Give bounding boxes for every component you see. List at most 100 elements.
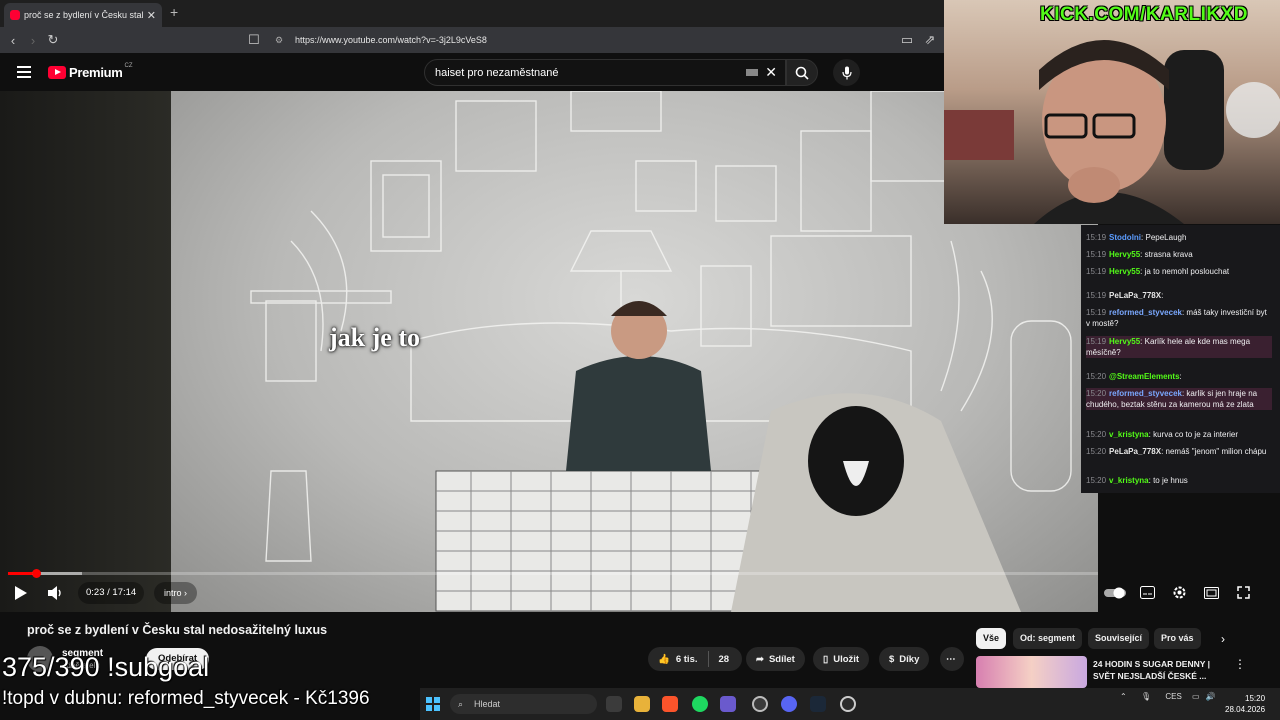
share-label: Sdílet: [768, 653, 795, 665]
scrubber-handle[interactable]: [32, 569, 41, 578]
chat-text: kurva co to je za interier: [1153, 430, 1239, 439]
windows-start-icon[interactable]: [426, 697, 440, 711]
chat-message: 15:19 Hervy55: ja to nemohl poslouchat: [1086, 266, 1272, 277]
save-button[interactable]: ▯ Uložit: [813, 647, 870, 671]
chapter-button[interactable]: intro ›: [154, 582, 198, 604]
chip-related[interactable]: Související: [1088, 628, 1150, 649]
chat-message: 15:20 reformed_styvecek: karlik si jen hr…: [1086, 388, 1272, 410]
speaker-icon[interactable]: 🔊: [1206, 692, 1216, 701]
chat-separator: :: [1179, 372, 1182, 381]
dislike-count[interactable]: 28: [719, 654, 730, 665]
chat-message: 15:20 PeLaPa_778X: nemáš "jenom" milion c…: [1086, 446, 1272, 457]
autoplay-toggle[interactable]: [1104, 587, 1126, 602]
logo-text: Premium: [69, 65, 123, 80]
chat-message: 15:19 PeLaPa_778X:: [1086, 290, 1272, 301]
chat-timestamp: 15:20: [1086, 430, 1107, 439]
steam-icon[interactable]: [810, 696, 826, 712]
reload-icon[interactable]: ↻: [43, 32, 63, 48]
chat-username[interactable]: @StreamElements: [1109, 372, 1180, 381]
subtitles-icon[interactable]: [1140, 586, 1155, 602]
settings-gear-icon[interactable]: [1172, 585, 1187, 603]
chat-username[interactable]: v_kristyna: [1109, 476, 1149, 485]
chat-username[interactable]: Stodolni: [1109, 233, 1141, 242]
share-page-icon[interactable]: ⇗: [920, 32, 940, 48]
chat-timestamp: 15:19: [1086, 337, 1107, 346]
taskbar-search-placeholder: Hledat: [474, 699, 501, 709]
chat-username[interactable]: reformed_styvecek: [1109, 389, 1182, 398]
taskbar-search-input[interactable]: ⌕ Hledat: [450, 694, 597, 714]
bookmark-icon[interactable]: ☐: [244, 32, 264, 48]
video-caption: jak je to: [329, 323, 420, 352]
menu-icon[interactable]: [17, 66, 31, 78]
chip-for-you[interactable]: Pro vás: [1154, 628, 1201, 649]
language-indicator[interactable]: CES: [1165, 692, 1181, 701]
voice-search-button[interactable]: [833, 59, 860, 86]
forward-icon[interactable]: ›: [23, 33, 43, 48]
search-button[interactable]: [786, 59, 818, 86]
share-button[interactable]: ➦ Sdílet: [746, 647, 805, 671]
close-tab-icon[interactable]: ✕: [147, 9, 156, 22]
task-view-icon[interactable]: [606, 696, 622, 712]
play-icon[interactable]: [14, 586, 27, 603]
like-button[interactable]: 👍 6 tis.: [658, 654, 698, 665]
chevron-up-icon[interactable]: ⌃: [1120, 692, 1127, 701]
video-progress-bar[interactable]: [8, 572, 1098, 575]
file-explorer-icon[interactable]: [634, 696, 650, 712]
chat-timestamp: 15:19: [1086, 233, 1107, 242]
recommended-title[interactable]: 24 HODIN S SUGAR DENNY | SVĚT NEJSLADŠÍ …: [1093, 658, 1223, 682]
chat-timestamp: 15:19: [1086, 267, 1107, 276]
chat-username[interactable]: PeLaPa_778X: [1109, 447, 1161, 456]
clear-search-icon[interactable]: ✕: [765, 64, 777, 81]
chat-username[interactable]: Hervy55: [1109, 337, 1140, 346]
chip-all[interactable]: Vše: [976, 628, 1007, 649]
spotify-icon[interactable]: [692, 696, 708, 712]
keyboard-icon[interactable]: [746, 69, 758, 76]
share-icon: ➦: [756, 653, 764, 665]
fullscreen-icon[interactable]: [1237, 586, 1250, 602]
new-tab-button[interactable]: +: [170, 4, 178, 20]
chat-username[interactable]: PeLaPa_778X: [1109, 291, 1161, 300]
volume-icon[interactable]: [48, 586, 64, 603]
address-bar[interactable]: ⚙ https://www.youtube.com/watch?v=-3j2L9…: [270, 31, 930, 49]
system-clock[interactable]: 15:20 28.04.2026: [1225, 693, 1265, 715]
like-dislike-group: 👍 6 tis. 28: [648, 647, 742, 671]
chat-text: to je hnus: [1153, 476, 1188, 485]
discord-icon[interactable]: [781, 696, 797, 712]
search-input[interactable]: haiset pro nezaměstnané ✕: [424, 59, 786, 86]
chip-from-channel[interactable]: Od: segment: [1013, 628, 1083, 649]
browser-tab[interactable]: proč se z bydlení v Česku stal ✕: [4, 3, 162, 27]
clock-time: 15:20: [1245, 694, 1266, 703]
more-actions-button[interactable]: ⋯: [940, 647, 964, 671]
obs-icon[interactable]: [752, 696, 768, 712]
recommended-thumbnail[interactable]: [976, 656, 1087, 688]
cast-icon[interactable]: ▭: [897, 32, 917, 48]
video-player[interactable]: jak je to: [0, 91, 1098, 612]
chat-username[interactable]: reformed_styvecek: [1109, 308, 1182, 317]
system-tray[interactable]: ⌃ 🎙 CES ▭ 🔊: [1120, 692, 1216, 701]
app-icon-2[interactable]: [840, 696, 856, 712]
chat-username[interactable]: Hervy55: [1109, 267, 1140, 276]
chapter-label: intro: [164, 588, 182, 598]
back-icon[interactable]: ‹: [3, 33, 23, 48]
top-donor-overlay: !topd v dubnu: reformed_styvecek - Kč139…: [2, 688, 370, 709]
chat-message: 15:19 Stodolni: PepeLaugh: [1086, 232, 1272, 243]
chat-username[interactable]: v_kristyna: [1109, 430, 1149, 439]
youtube-favicon-icon: [10, 10, 20, 20]
browser-toolbar: ‹ › ↻ ☐ ⚙ https://www.youtube.com/watch?…: [0, 27, 944, 53]
brave-browser-icon[interactable]: [662, 696, 678, 712]
chat-username[interactable]: Hervy55: [1109, 250, 1140, 259]
chat-timestamp: 15:19: [1086, 291, 1107, 300]
microphone-icon[interactable]: 🎙: [1141, 692, 1151, 701]
app-icon[interactable]: [720, 696, 736, 712]
more-vertical-icon[interactable]: ⋮: [1234, 657, 1246, 671]
thanks-button[interactable]: $ Díky: [879, 647, 930, 671]
miniplayer-icon[interactable]: [1204, 587, 1219, 602]
chat-message: 15:19 Hervy55: strasna krava: [1086, 249, 1272, 260]
kick-banner: KICK.COM/KARLIKXD: [1040, 4, 1248, 25]
chevron-right-icon[interactable]: ›: [1221, 632, 1225, 646]
network-icon[interactable]: ▭: [1192, 692, 1200, 701]
site-settings-icon[interactable]: ⚙: [275, 35, 283, 46]
url-text: https://www.youtube.com/watch?v=-3j2L9cV…: [295, 35, 487, 45]
youtube-logo[interactable]: Premium CZ: [48, 63, 133, 80]
chat-message: 15:19 reformed_styvecek: máš taky investi…: [1086, 307, 1272, 329]
